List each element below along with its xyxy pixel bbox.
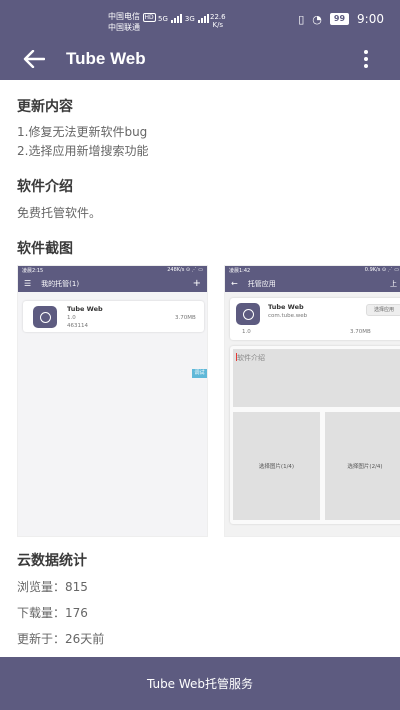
mini-pick-label-1: 选择图片(1/4) [258, 464, 295, 470]
net-speed-unit: K/s [212, 21, 224, 29]
carrier-2: 中国联通 [108, 23, 140, 32]
speedometer-icon: ◔ [312, 12, 322, 26]
screenshot-carousel[interactable]: 凌晨2:15 248K/s ⊙ ⋰ ▭ ☰ 我的托管(1) + Tube Web… [17, 265, 400, 537]
debug-badge: 调试 [192, 369, 207, 378]
mini-package: com.tube.web [268, 313, 308, 319]
signal-icon-2 [197, 13, 209, 23]
plus-icon: + [192, 278, 201, 289]
mini-version-2: 1.0 [242, 329, 251, 335]
net-speed-value: 22.6 [210, 13, 226, 21]
mini-select-app-button: 选择应用 [366, 304, 400, 316]
changelog-title: 更新内容 [17, 99, 73, 115]
app-bar: Tube Web [0, 38, 400, 80]
downloads-count: 下载量：176 [17, 606, 88, 620]
mini-app-card-2: Tube Web com.tube.web 选择应用 1.0 3.70MB [230, 298, 400, 340]
mini-back-icon: ← [231, 279, 238, 288]
carrier-info: 中国电信 HD 中国联通 [108, 12, 156, 33]
updated-time: 更新于：26天前 [17, 632, 105, 646]
changelog-line-1: 1.修复无法更新软件bug [17, 125, 148, 139]
hd-badge: HD [142, 13, 156, 22]
mini-status-icons: 248K/s ⊙ ⋰ ▭ [167, 267, 203, 273]
signal-icon [170, 13, 182, 23]
hosting-service-button[interactable]: Tube Web托管服务 [0, 657, 400, 710]
mini-size-2: 3.70MB [350, 329, 371, 335]
mini-time: 凌晨2:15 [22, 268, 44, 274]
page-title: Tube Web [66, 49, 146, 68]
mini-title: 我的托管(1) [41, 279, 80, 288]
mini-time-2: 凌晨1:42 [229, 268, 251, 274]
mini-action: 上 [390, 279, 397, 288]
views-count: 浏览量：815 [17, 580, 88, 594]
mini-form: 软件介绍 选择图片(1/4) 选择图片(2/4) [230, 346, 400, 524]
detail-content[interactable]: 更新内容 1.修复无法更新软件bug 2.选择应用新增搜索功能 软件介绍 免费托… [0, 80, 400, 657]
mini-pick-image-1: 选择图片(1/4) [233, 412, 320, 520]
stats-title: 云数据统计 [17, 553, 87, 569]
mini-app-card: Tube Web 1.0 463114 3.70MB [23, 301, 204, 332]
back-arrow-icon[interactable] [18, 43, 50, 75]
mini-status-bar-2: 凌晨1:42 0.9K/s ⊙ ⋰ ▭ [225, 266, 400, 275]
mini-version: 1.0 [67, 315, 76, 321]
app-logo-icon [33, 306, 57, 328]
clock: 9:00 [357, 12, 384, 26]
text-cursor [236, 353, 237, 361]
changelog-line-2: 2.选择应用新增搜索功能 [17, 144, 149, 158]
net-3g-label: 3G [184, 15, 195, 23]
more-vert-icon[interactable] [354, 45, 378, 73]
mini-status-icons-2: 0.9K/s ⊙ ⋰ ▭ [364, 267, 399, 273]
mini-app-name-2: Tube Web [268, 303, 304, 311]
mini-app-bar-2: ← 托管应用 上 [225, 275, 400, 292]
carrier-1: 中国电信 [108, 12, 140, 21]
screenshot-2[interactable]: 凌晨1:42 0.9K/s ⊙ ⋰ ▭ ← 托管应用 上 Tube Web co… [224, 265, 400, 537]
screenshots-title: 软件截图 [17, 241, 73, 257]
mini-pick-label-2: 选择图片(2/4) [347, 464, 383, 470]
mini-pick-image-2: 选择图片(2/4) [325, 412, 400, 520]
intro-title: 软件介绍 [17, 179, 73, 195]
mini-app-name: Tube Web [67, 305, 103, 313]
vibrate-icon: ▯ [298, 12, 305, 26]
menu-icon: ☰ [24, 279, 32, 288]
screenshot-1[interactable]: 凌晨2:15 248K/s ⊙ ⋰ ▭ ☰ 我的托管(1) + Tube Web… [17, 265, 208, 537]
mini-size: 3.70MB [175, 315, 196, 321]
mini-intro-placeholder: 软件介绍 [237, 354, 265, 362]
mini-status-bar: 凌晨2:15 248K/s ⊙ ⋰ ▭ [18, 266, 207, 275]
network-indicators: 5G 3G [158, 13, 209, 23]
status-right: ▯ ◔ 99 9:00 [298, 12, 384, 26]
mini-app-bar: ☰ 我的托管(1) + [18, 275, 207, 292]
status-bar: 中国电信 HD 中国联通 5G 3G 22.6 K/s ▯ ◔ 99 9:00 [0, 0, 400, 38]
app-logo-icon-2 [236, 303, 260, 325]
mini-title-2: 托管应用 [247, 279, 276, 288]
battery-icon: 99 [329, 13, 350, 25]
mini-id: 463114 [67, 323, 88, 329]
net-5g-label: 5G [158, 15, 168, 23]
net-speed: 22.6 K/s [210, 13, 226, 29]
mini-intro-field: 软件介绍 [233, 349, 400, 407]
intro-text: 免费托管软件。 [17, 206, 102, 220]
